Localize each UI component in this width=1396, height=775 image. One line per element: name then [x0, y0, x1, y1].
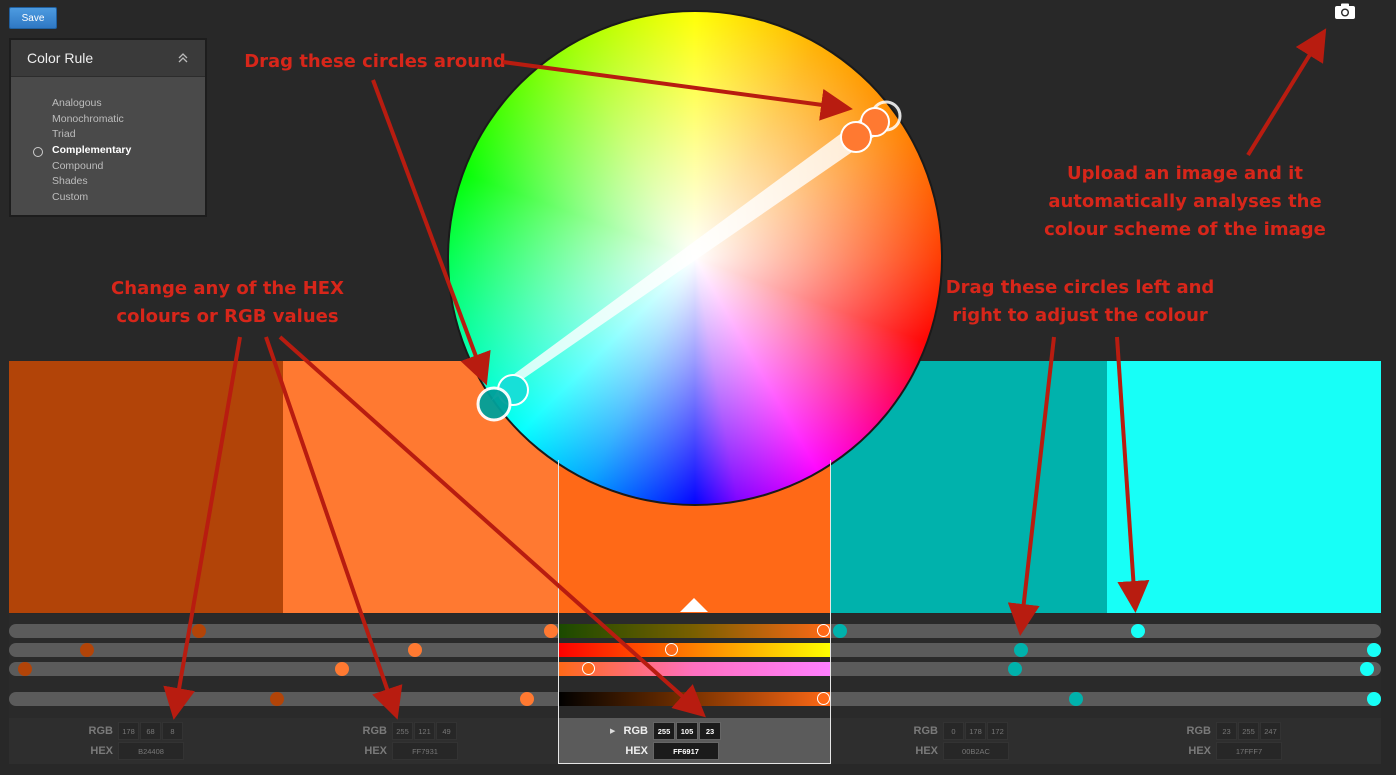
- slider-knob[interactable]: [665, 643, 678, 656]
- slider-knob[interactable]: [408, 643, 422, 657]
- color-values-3: ▶ RGB 255 105 23 HEX FF6917: [610, 721, 722, 761]
- slider-knob[interactable]: [1131, 624, 1145, 638]
- hex-input[interactable]: FF7931: [392, 742, 458, 760]
- base-color-marker-icon: [680, 598, 708, 612]
- color-rule-panel: Color Rule Analogous Monochromatic Triad Co…: [9, 38, 207, 217]
- rgb-input[interactable]: 0: [943, 722, 964, 740]
- color-swatch-1[interactable]: [9, 361, 283, 613]
- hex-label: HEX: [1188, 745, 1211, 757]
- slider-knob[interactable]: [192, 624, 206, 638]
- hex-input[interactable]: 17FFF7: [1216, 742, 1282, 760]
- color-rule-list: Analogous Monochromatic Triad Complementary…: [11, 77, 205, 206]
- rgb-input[interactable]: 49: [436, 722, 457, 740]
- camera-icon[interactable]: [1334, 3, 1356, 20]
- hex-input[interactable]: B24408: [118, 742, 184, 760]
- slider-track-4[interactable]: [9, 692, 1381, 706]
- hex-label: HEX: [90, 745, 113, 757]
- color-values-5: RGB 23 255 247 HEX 17FFF7: [1181, 721, 1283, 761]
- rgb-label: RGB: [623, 725, 648, 737]
- color-rule-option-label: Monochromatic: [52, 112, 124, 125]
- hex-input[interactable]: FF6917: [653, 742, 719, 760]
- slider-knob[interactable]: [270, 692, 284, 706]
- slider-knob[interactable]: [1069, 692, 1083, 706]
- color-values-4: RGB 0 178 172 HEX 00B2AC: [908, 721, 1010, 761]
- collapse-chevron-icon[interactable]: [177, 52, 189, 64]
- hex-label: HEX: [625, 745, 648, 757]
- color-rule-option-label: Complementary: [52, 144, 132, 157]
- color-rule-option-label: Triad: [52, 128, 76, 141]
- color-rule-option-label: Compound: [52, 159, 104, 172]
- rgb-input[interactable]: 255: [392, 722, 413, 740]
- color-wheel[interactable]: [447, 10, 943, 506]
- rgb-input[interactable]: 178: [965, 722, 986, 740]
- slider-knob[interactable]: [1008, 662, 1022, 676]
- slider-knob[interactable]: [1367, 692, 1381, 706]
- slider-track-2[interactable]: [9, 643, 1381, 657]
- color-rule-option-custom[interactable]: Custom: [11, 190, 205, 206]
- rgb-label: RGB: [88, 725, 113, 737]
- wheel-handle-dark-orange[interactable]: [840, 121, 872, 153]
- color-values-1: RGB 178 68 8 HEX B24408: [83, 721, 185, 761]
- save-button[interactable]: Save: [9, 7, 57, 29]
- rgb-label: RGB: [362, 725, 387, 737]
- rgb-label: RGB: [1186, 725, 1211, 737]
- annotation-upload-image: Upload an image and it automatically ana…: [1044, 163, 1326, 240]
- slider-knob[interactable]: [335, 662, 349, 676]
- rgb-input[interactable]: 105: [676, 722, 698, 740]
- slider-track-3[interactable]: [9, 662, 1381, 676]
- slider-knob[interactable]: [80, 643, 94, 657]
- color-rule-option-label: Custom: [52, 191, 89, 204]
- rgb-input[interactable]: 8: [162, 722, 183, 740]
- slider-knob[interactable]: [817, 692, 830, 705]
- color-rule-option-compound[interactable]: Compound: [11, 159, 205, 175]
- arrow: [1246, 28, 1327, 157]
- color-rule-option-shades[interactable]: Shades: [11, 174, 205, 190]
- hex-input[interactable]: 00B2AC: [943, 742, 1009, 760]
- slider-knob[interactable]: [544, 624, 558, 638]
- expand-caret-icon[interactable]: ▶: [610, 727, 618, 735]
- rgb-input[interactable]: 121: [414, 722, 435, 740]
- rgb-input[interactable]: 23: [699, 722, 721, 740]
- color-sliders: [9, 614, 1381, 718]
- annotation-change-hex: Change any of the HEX colours or RGB val…: [111, 278, 344, 327]
- rgb-input[interactable]: 255: [1238, 722, 1259, 740]
- radio-selected-icon: [33, 146, 43, 157]
- slider-knob[interactable]: [520, 692, 534, 706]
- hex-label: HEX: [915, 745, 938, 757]
- color-rule-option-complementary[interactable]: Complementary: [11, 143, 205, 159]
- rgb-input[interactable]: 172: [987, 722, 1008, 740]
- color-rule-option-label: Shades: [52, 175, 88, 188]
- rgb-input[interactable]: 247: [1260, 722, 1281, 740]
- slider-knob[interactable]: [1367, 643, 1381, 657]
- slider-knob[interactable]: [1014, 643, 1028, 657]
- hex-label: HEX: [364, 745, 387, 757]
- rgb-input[interactable]: 23: [1216, 722, 1237, 740]
- color-rule-option-analogous[interactable]: Analogous: [11, 96, 205, 112]
- color-rule-header[interactable]: Color Rule: [11, 40, 205, 77]
- annotation-drag-left-right: Drag these circles left and right to adj…: [945, 277, 1215, 326]
- color-rule-option-label: Analogous: [52, 97, 102, 109]
- rgb-label: RGB: [913, 725, 938, 737]
- slider-track-1[interactable]: [9, 624, 1381, 638]
- color-rule-option-triad[interactable]: Triad: [11, 127, 205, 143]
- rgb-input[interactable]: 255: [653, 722, 675, 740]
- color-rule-option-monochromatic[interactable]: Monochromatic: [11, 112, 205, 128]
- rgb-input[interactable]: 68: [140, 722, 161, 740]
- color-values-bar: RGB 178 68 8 HEX B24408 RGB 255 121 49 HEX FF7931 ▶ R…: [9, 718, 1381, 764]
- color-values-2: RGB 255 121 49 HEX FF7931: [357, 721, 459, 761]
- slider-knob[interactable]: [18, 662, 32, 676]
- slider-knob[interactable]: [582, 662, 595, 675]
- slider-knob[interactable]: [833, 624, 847, 638]
- rgb-input[interactable]: 178: [118, 722, 139, 740]
- slider-knob[interactable]: [1360, 662, 1374, 676]
- color-swatch-5[interactable]: [1107, 361, 1381, 613]
- wheel-handle-cyan[interactable]: [476, 386, 512, 422]
- slider-knob[interactable]: [817, 624, 830, 637]
- color-rule-title: Color Rule: [27, 50, 94, 66]
